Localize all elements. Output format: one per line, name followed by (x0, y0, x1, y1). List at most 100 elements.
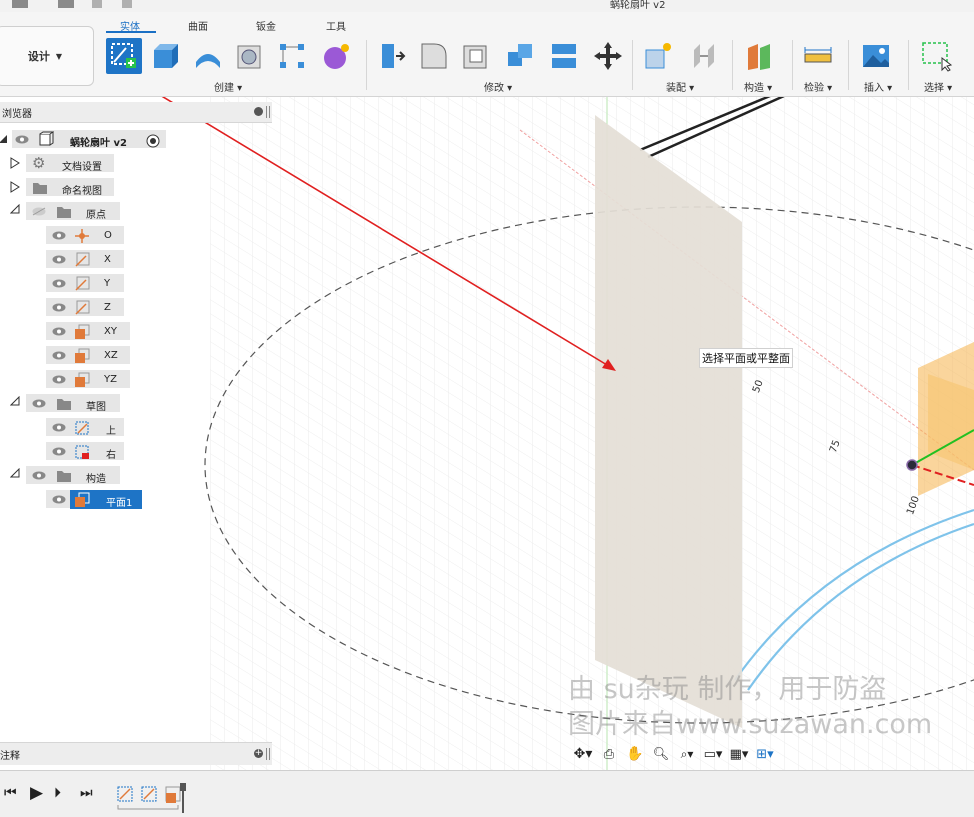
tree-item-document-settings[interactable]: 文档设置 (62, 158, 102, 173)
tree-item-xy-plane[interactable]: XY (104, 326, 117, 337)
collapse-triangle-icon[interactable] (10, 204, 20, 214)
tree-item-yz-plane[interactable]: YZ (104, 374, 117, 385)
play-icon[interactable]: ▶ (30, 783, 43, 803)
origin-point[interactable] (906, 459, 918, 471)
split-body-button[interactable] (546, 38, 582, 74)
inspect-menu[interactable]: 检验 ▾ (804, 79, 832, 94)
workspace-label: 设计 (27, 50, 50, 63)
fit-button[interactable]: ⌕▾ (676, 744, 698, 764)
visibility-eye-icon[interactable] (52, 255, 66, 264)
revolve-button[interactable] (190, 38, 226, 74)
comments-header[interactable]: 注释 + (0, 742, 272, 765)
new-component-button[interactable] (640, 38, 676, 74)
move-button[interactable] (590, 38, 626, 74)
tree-item-construction[interactable]: 构造 (86, 470, 106, 485)
expand-triangle-icon[interactable] (10, 181, 20, 193)
offset-plane-icon (748, 44, 770, 70)
press-pull-button[interactable] (374, 38, 410, 74)
tree-item-sketch-top[interactable]: 上 (106, 422, 116, 437)
redo-icon[interactable] (122, 0, 132, 8)
zoom-button[interactable]: 🔍︎ (650, 744, 672, 764)
tab-tools[interactable]: 工具 (326, 18, 346, 33)
shell-button[interactable] (458, 38, 494, 74)
tree-item-origin[interactable]: 原点 (86, 206, 106, 221)
split-body-icon (552, 44, 576, 68)
assemble-menu[interactable]: 装配 ▾ (666, 79, 694, 94)
expand-triangle-icon[interactable] (10, 157, 20, 169)
visibility-eye-icon[interactable] (52, 423, 66, 432)
insert-menu[interactable]: 插入 ▾ (864, 79, 892, 94)
display-settings-button[interactable]: ▭▾ (702, 744, 724, 764)
go-to-start-icon[interactable]: ⏮ (4, 785, 17, 801)
collapse-triangle-icon[interactable] (0, 134, 8, 144)
title-bar: 蜗轮扇叶 v2 (0, 0, 974, 12)
plane-icon (75, 372, 90, 387)
visibility-eye-icon[interactable] (52, 279, 66, 288)
visibility-eye-icon[interactable] (52, 495, 66, 504)
offset-plane-button[interactable] (742, 38, 778, 74)
tree-item-y-axis[interactable]: Y (104, 278, 110, 289)
tree-item-plane1[interactable]: 平面1 (106, 494, 132, 509)
insert-image-button[interactable] (858, 38, 894, 74)
hidden-eye-icon[interactable] (32, 207, 46, 216)
activate-radio-icon[interactable] (146, 134, 160, 148)
tree-item-root[interactable]: 蜗轮扇叶 v2 (70, 134, 127, 149)
tab-surface[interactable]: 曲面 (188, 18, 208, 33)
visibility-eye-icon[interactable] (52, 447, 66, 456)
save-icon[interactable] (58, 0, 74, 8)
pattern-button[interactable] (274, 38, 310, 74)
workspace-switcher[interactable]: 设计 ▼ (0, 26, 94, 86)
orbit-button[interactable]: ✥▾ (572, 744, 594, 764)
construct-menu[interactable]: 构造 ▾ (744, 79, 772, 94)
modify-menu[interactable]: 修改 ▾ (484, 79, 512, 94)
visibility-eye-icon[interactable] (52, 351, 66, 360)
visibility-eye-icon[interactable] (15, 135, 29, 144)
combine-button[interactable] (502, 38, 538, 74)
undo-icon[interactable] (92, 0, 102, 8)
step-forward-icon[interactable]: ⏵ (54, 785, 61, 801)
visibility-eye-icon[interactable] (52, 303, 66, 312)
select-menu[interactable]: 选择 ▾ (924, 79, 952, 94)
create-sketch-button[interactable] (106, 38, 142, 74)
tree-item-named-views[interactable]: 命名视图 (62, 182, 102, 197)
sketch-locked-icon (75, 445, 89, 459)
measure-button[interactable] (800, 38, 836, 74)
tree-item-z-axis[interactable]: Z (104, 302, 111, 313)
collapse-triangle-icon[interactable] (10, 468, 20, 478)
add-comment-icon[interactable]: + (254, 749, 263, 758)
folder-icon (57, 399, 71, 410)
tab-sheet-metal[interactable]: 钣金 (256, 18, 276, 33)
hole-button[interactable] (232, 38, 268, 74)
fillet-button[interactable] (416, 38, 452, 74)
tree-item-xz-plane[interactable]: XZ (104, 350, 118, 361)
tree-item-sketch-right[interactable]: 右 (106, 446, 116, 461)
tree-item-x-axis[interactable]: X (104, 254, 111, 265)
panel-grip-icon[interactable] (266, 748, 270, 760)
select-button[interactable] (918, 38, 954, 74)
file-icon[interactable] (12, 0, 28, 8)
grid-settings-button[interactable]: ▦▾ (728, 744, 750, 764)
construction-plane[interactable] (595, 115, 742, 728)
pan-button[interactable]: ✋ (624, 744, 646, 764)
visibility-eye-icon[interactable] (32, 471, 46, 480)
timeline-features[interactable] (116, 783, 196, 813)
visibility-eye-icon[interactable] (32, 399, 46, 408)
look-at-button[interactable]: ⎙ (598, 744, 620, 764)
visibility-eye-icon[interactable] (52, 327, 66, 336)
extrude-button[interactable] (148, 38, 184, 74)
collapse-triangle-icon[interactable] (10, 396, 20, 406)
toolbar-divider (632, 40, 633, 90)
create-form-button[interactable] (318, 38, 354, 74)
move-icon (594, 42, 622, 70)
visibility-eye-icon[interactable] (52, 375, 66, 384)
timeline: ⏮ ▶ ⏵ ⏭ (0, 770, 974, 817)
viewports-button[interactable]: ⊞▾ (754, 744, 776, 764)
chevron-down-icon: ▼ (55, 51, 63, 61)
tree-item-sketches[interactable]: 草图 (86, 398, 106, 413)
joint-button[interactable] (686, 38, 722, 74)
create-menu[interactable]: 创建 ▾ (214, 79, 242, 94)
tree-item-origin-point[interactable]: O (104, 230, 112, 241)
visibility-eye-icon[interactable] (52, 231, 66, 240)
toolbar-divider (908, 40, 909, 90)
go-to-end-icon[interactable]: ⏭ (80, 785, 93, 801)
